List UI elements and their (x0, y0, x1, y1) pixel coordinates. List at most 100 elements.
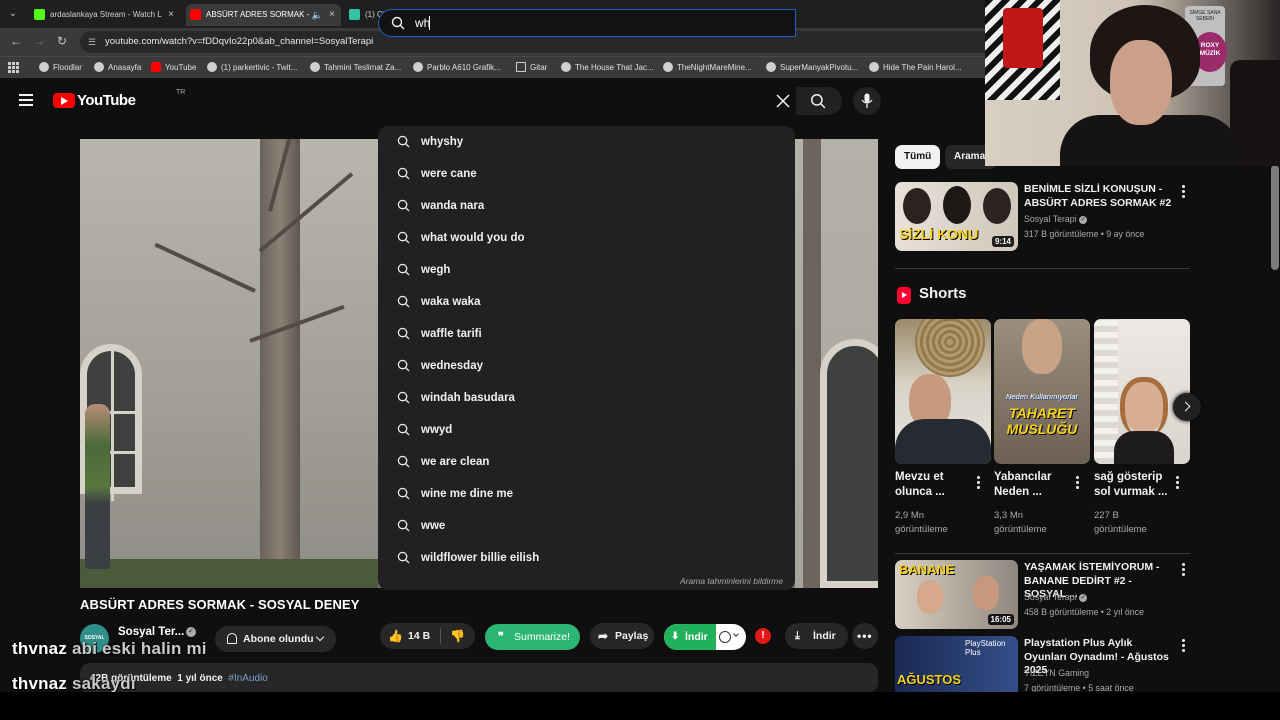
folder-icon (516, 62, 526, 72)
short-title: Mevzu et olunca ... (895, 471, 945, 498)
download-green-button[interactable]: ⬇ İndir (664, 624, 716, 650)
description-box[interactable]: 42B görüntüleme 1 yıl önce #InAudio (80, 663, 878, 693)
like-count[interactable]: 14 B (408, 623, 430, 649)
menu-icon[interactable] (19, 94, 33, 106)
short-thumbnail[interactable] (1094, 319, 1190, 464)
duration-badge: 9:14 (991, 236, 1014, 247)
bookmark-item[interactable]: Anasayfa (94, 57, 141, 78)
bookmark-item[interactable]: TheNightMareMine... (663, 57, 752, 78)
search-button[interactable] (796, 87, 842, 115)
bookmark-item[interactable]: YouTube (151, 57, 196, 78)
more-vertical-icon[interactable] (1182, 639, 1185, 652)
suggestion-item[interactable]: wine me dine me (378, 478, 795, 510)
search-icon (397, 167, 410, 180)
bookmark-item[interactable]: Hide The Pain Harol... (869, 57, 962, 78)
alert-icon[interactable]: ! (755, 628, 771, 644)
summarize-button[interactable]: ❞ Summarize! (485, 624, 580, 650)
chip-all[interactable]: Tümü (895, 145, 941, 169)
video-frame-person (85, 404, 110, 569)
more-vertical-icon[interactable] (1176, 476, 1179, 489)
logo-text: YouTube (77, 92, 136, 109)
webcam-overlay: SİMGE SANA SEBEBİ ROXY MÜZİK (985, 0, 1280, 166)
channel-name: YIZEYN Gaming (1024, 668, 1090, 678)
short-views: 2,9 Mn görüntüleme (895, 510, 948, 535)
channel-name: Sosyal Terapi ✓ (1024, 592, 1088, 602)
share-button[interactable]: ➦ Paylaş (590, 623, 654, 649)
voice-search-button[interactable] (853, 87, 881, 115)
chat-username: thvnaz (12, 639, 68, 658)
reload-icon[interactable]: ↻ (57, 34, 67, 48)
playstation-plus-label: PlayStation Plus (965, 639, 1006, 657)
recommended-video[interactable]: BANANE 16:05 YAŞAMAK İSTEMİYORUM - BANAN… (895, 560, 1191, 630)
channel-name[interactable]: Sosyal Ter... (118, 626, 184, 638)
suggestion-item[interactable]: were cane (378, 158, 795, 190)
apps-grid-icon[interactable] (8, 62, 19, 73)
bookmark-item[interactable]: (1) parkertivic - Twit... (207, 57, 297, 78)
thumbs-up-icon[interactable]: 👍 (388, 623, 403, 649)
globe-icon (94, 62, 104, 72)
chevron-down-icon[interactable] (733, 631, 739, 637)
info-icon[interactable] (719, 631, 731, 643)
text-caret (429, 16, 430, 30)
suggestion-item[interactable]: wwe (378, 510, 795, 542)
download-extension-group: ⬇ İndir (664, 624, 746, 650)
duration-badge: 16:05 (987, 614, 1014, 625)
short-title: sağ gösterip sol vurmak ... (1094, 471, 1168, 498)
suggestion-item[interactable]: wegh (378, 254, 795, 286)
tab-youtube[interactable]: ABSÜRT ADRES SORMAK - 🔈 × (186, 4, 341, 26)
globe-icon (869, 62, 879, 72)
suggestion-item[interactable]: we are clean (378, 446, 795, 478)
suggestion-item[interactable]: wanda nara (378, 190, 795, 222)
youtube-logo[interactable]: YouTube TR (53, 89, 185, 110)
more-vertical-icon[interactable] (977, 476, 980, 489)
suggestion-item[interactable]: waffle tarifi (378, 318, 795, 350)
youtube-favicon-icon (190, 9, 201, 20)
short-thumbnail[interactable]: Neden Kullanmıyorlar TAHARET MUSLUĞU (994, 319, 1090, 464)
audio-playing-icon[interactable]: 🔈 (312, 4, 323, 26)
suggestion-item[interactable]: wildflower billie eilish (378, 542, 795, 574)
suggestion-item[interactable]: whyshy (378, 126, 795, 158)
close-icon[interactable]: × (168, 4, 174, 26)
more-vertical-icon[interactable] (1182, 563, 1185, 576)
search-icon (397, 391, 410, 404)
bookmark-item[interactable]: SuperManyakPivotu... (766, 57, 858, 78)
back-arrow-icon[interactable]: ← (10, 34, 22, 48)
suggestion-item[interactable]: wednesday (378, 350, 795, 382)
suggestion-item[interactable]: wwyd (378, 414, 795, 446)
site-info-icon[interactable]: ☰ (88, 37, 98, 47)
shorts-next-button[interactable] (1173, 393, 1201, 421)
search-icon (391, 16, 405, 30)
chat-username: thvnaz (12, 674, 68, 693)
more-actions-button[interactable]: ••• (852, 623, 878, 649)
short-thumbnail[interactable] (895, 319, 991, 464)
thumbs-down-icon[interactable]: 👎 (450, 623, 465, 649)
search-input[interactable]: wh (378, 9, 796, 37)
bookmark-folder[interactable]: Gitar (516, 57, 547, 78)
search-icon (397, 455, 410, 468)
clear-search-icon[interactable] (774, 92, 792, 110)
search-icon (397, 423, 410, 436)
page-scrollbar[interactable] (1271, 165, 1279, 270)
tab-search-button[interactable]: ⌄ (4, 5, 22, 23)
bookmark-item[interactable]: The House That Jac... (561, 57, 654, 78)
suggestion-item[interactable]: windah basudara (378, 382, 795, 414)
subscribed-button[interactable]: Abone olundu (215, 626, 336, 652)
video-thumbnail[interactable]: BANANE 16:05 (895, 560, 1018, 629)
bookmark-item[interactable]: Parblo A610 Grafik... (413, 57, 501, 78)
close-icon[interactable]: × (329, 4, 335, 26)
video-meta: 317 B görüntüleme • 9 ay önce (1024, 229, 1145, 239)
suggestion-item[interactable]: what would you do (378, 222, 795, 254)
chat-message: sakaydı (71, 674, 136, 693)
suggestion-item[interactable]: waka waka (378, 286, 795, 318)
forward-arrow-icon[interactable]: → (33, 34, 45, 48)
search-icon (397, 519, 410, 532)
bookmark-item[interactable]: Tahmini Teslimat Za... (310, 57, 401, 78)
video-thumbnail[interactable]: SİZLİ KONU 9:14 (895, 182, 1018, 251)
bookmark-item[interactable]: Floodlar (39, 57, 82, 78)
tab-kick[interactable]: ardaslankaya Stream - Watch L × (30, 4, 180, 26)
more-vertical-icon[interactable] (1076, 476, 1079, 489)
more-vertical-icon[interactable] (1182, 185, 1185, 198)
recommended-video[interactable]: SİZLİ KONU 9:14 BENİMLE SİZLİ KONUŞUN - … (895, 182, 1191, 252)
report-predictions-link[interactable]: Arama tahminlerini bildirme (680, 576, 783, 586)
download-button[interactable]: ⤓ İndir (785, 623, 848, 649)
